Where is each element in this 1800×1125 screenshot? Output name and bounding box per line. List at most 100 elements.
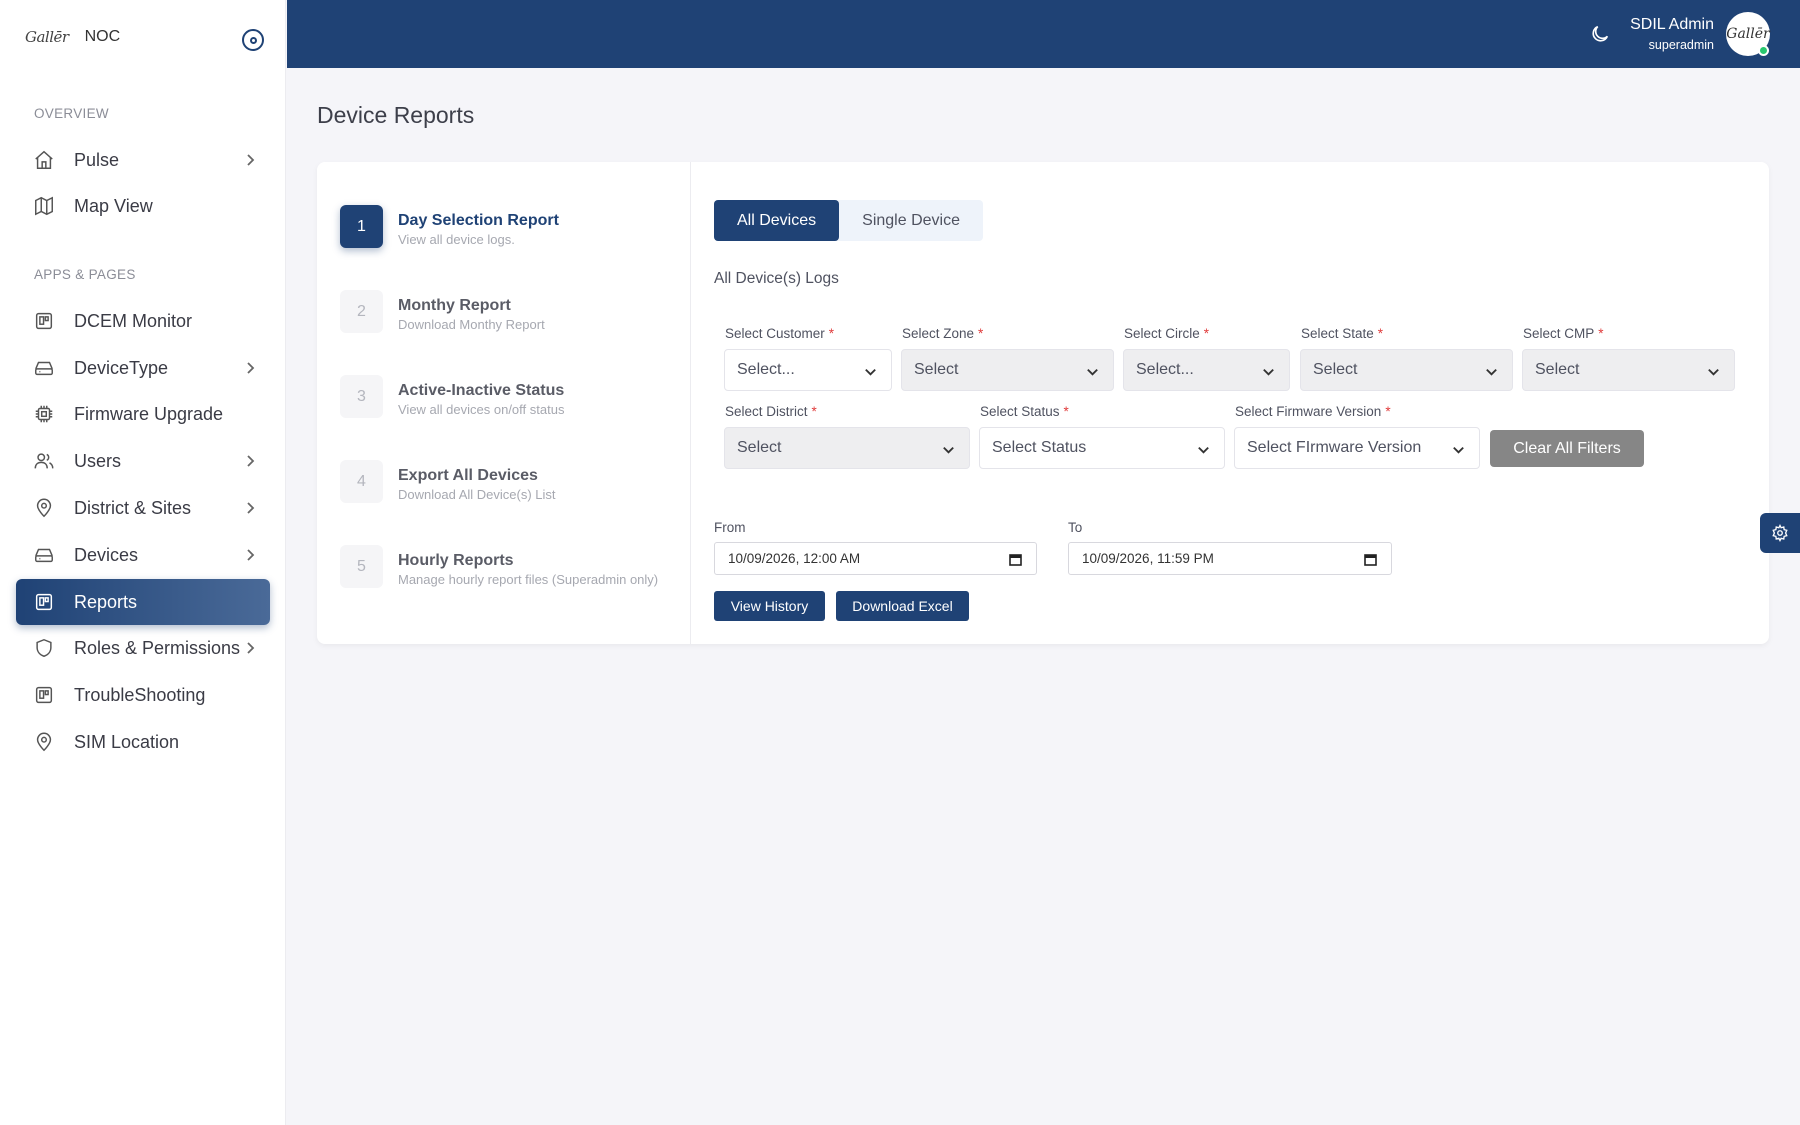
sidebar-toggle-icon[interactable] [242,29,264,51]
firmware-label: Select Firmware Version * [1235,404,1391,419]
required-mark: * [978,326,984,341]
zone-select[interactable]: Select [901,349,1114,391]
sidebar-item-roles-permissions[interactable]: Roles & Permissions [16,625,270,671]
download-excel-button[interactable]: Download Excel [836,591,969,621]
sidebar-item-label: SIM Location [74,731,180,752]
user-name: SDIL Admin [1630,16,1714,33]
chevron-right-icon [242,547,258,563]
to-date-input[interactable]: 10/09/2026, 11:59 PM [1068,542,1392,575]
sidebar-item-map-view[interactable]: Map View [16,183,270,229]
step-number: 1 [340,205,383,248]
cmp-label: Select CMP * [1523,326,1604,341]
step-subtitle: Download All Device(s) List [398,487,556,502]
required-mark: * [1063,404,1069,419]
circle-select[interactable]: Select... [1123,349,1290,391]
sidebar-item-label: DeviceType [74,357,169,378]
step-monthy-report[interactable]: 2 Monthy Report Download Monthy Report [340,290,680,340]
step-subtitle: Manage hourly report files (Superadmin o… [398,572,659,587]
select-value: Select... [1136,361,1194,378]
chevron-down-icon [1085,364,1100,379]
calendar-icon[interactable] [1364,553,1377,566]
chevron-down-icon [941,442,956,457]
chevron-down-icon [1484,364,1499,379]
select-value: Select Status [992,439,1087,456]
select-value: Select FIrmware Version [1247,439,1422,456]
required-mark: * [1598,326,1604,341]
sidebar: Gallēr NOC OVERVIEW Pulse Map View APPS … [0,0,286,1125]
chevron-down-icon [1706,364,1721,379]
clear-all-filters-button[interactable]: Clear All Filters [1490,430,1644,467]
sidebar-item-troubleshooting[interactable]: TroubleShooting [16,672,270,718]
steps-divider [690,162,691,644]
step-subtitle: View all device logs. [398,232,515,247]
step-number: 5 [340,545,383,588]
from-label: From [714,520,746,535]
top-bar [287,0,1800,68]
page-title: Device Reports [317,102,475,128]
from-date-input[interactable]: 10/09/2026, 12:00 AM [714,542,1037,575]
sidebar-item-firmware-upgrade[interactable]: Firmware Upgrade [16,391,270,437]
from-date-value: 10/09/2026, 12:00 AM [728,551,861,566]
status-select[interactable]: Select Status [979,427,1225,469]
to-label: To [1068,520,1083,535]
chevron-right-icon [242,453,258,469]
user-role: superadmin [1648,38,1714,52]
district-select[interactable]: Select [724,427,970,469]
step-day-selection-report[interactable]: 1 Day Selection Report View all device l… [340,205,680,255]
settings-gear-icon[interactable] [1760,513,1800,553]
select-value: Select [1313,361,1358,378]
brand-logo: Gallēr [25,28,69,46]
customer-select[interactable]: Select... [724,349,892,391]
sidebar-item-reports[interactable]: Reports [16,579,270,625]
brand[interactable]: Gallēr NOC [25,24,120,50]
sidebar-item-dcem-monitor[interactable]: DCEM Monitor [16,298,270,344]
select-value: Select [1535,361,1580,378]
tab-all-devices[interactable]: All Devices [714,200,840,241]
sidebar-item-devices[interactable]: Devices [16,532,270,578]
brand-name: NOC [84,28,121,45]
section-overview: OVERVIEW [34,106,109,121]
select-value: Select [914,361,959,378]
device-scope-tabs: All Devices Single Device [714,200,983,241]
sidebar-item-sim-location[interactable]: SIM Location [16,719,270,765]
customer-label: Select Customer * [725,326,835,341]
dark-mode-toggle-icon[interactable] [1589,23,1611,45]
online-status-dot [1758,45,1769,56]
chevron-down-icon [1196,442,1211,457]
required-mark: * [1385,404,1391,419]
section-label: All Device(s) Logs [714,270,839,287]
sidebar-item-label: Devices [74,544,139,565]
firmware-select[interactable]: Select FIrmware Version [1234,427,1480,469]
device-type-icon [32,356,56,380]
chevron-down-icon [863,364,878,379]
sidebar-item-pulse[interactable]: Pulse [16,137,270,183]
chip-icon [32,402,56,426]
home-icon [32,148,56,172]
cmp-select[interactable]: Select [1522,349,1735,391]
tab-single-device[interactable]: Single Device [839,200,983,241]
step-hourly-reports[interactable]: 5 Hourly Reports Manage hourly report fi… [340,545,680,595]
monitor-icon [32,309,56,333]
select-value: Select... [737,361,795,378]
state-select[interactable]: Select [1300,349,1513,391]
view-history-button[interactable]: View History [714,591,825,621]
location-pin-icon [32,496,56,520]
step-subtitle: View all devices on/off status [398,402,565,417]
step-active-inactive-status[interactable]: 3 Active-Inactive Status View all device… [340,375,680,425]
chevron-right-icon [242,500,258,516]
step-export-all-devices[interactable]: 4 Export All Devices Download All Device… [340,460,680,510]
step-number: 3 [340,375,383,418]
location-pin-icon [32,730,56,754]
sidebar-item-label: Users [74,450,122,471]
required-mark: * [1377,326,1384,341]
calendar-icon[interactable] [1009,553,1022,566]
sidebar-item-users[interactable]: Users [16,438,270,484]
report-icon [32,590,56,614]
sidebar-item-label: Reports [74,591,138,612]
sidebar-item-label: DCEM Monitor [74,310,193,331]
shield-icon [32,636,56,660]
required-mark: * [1203,326,1210,341]
chevron-right-icon [242,360,258,376]
sidebar-item-district-sites[interactable]: District & Sites [16,485,270,531]
sidebar-item-devicetype[interactable]: DeviceType [16,345,270,391]
